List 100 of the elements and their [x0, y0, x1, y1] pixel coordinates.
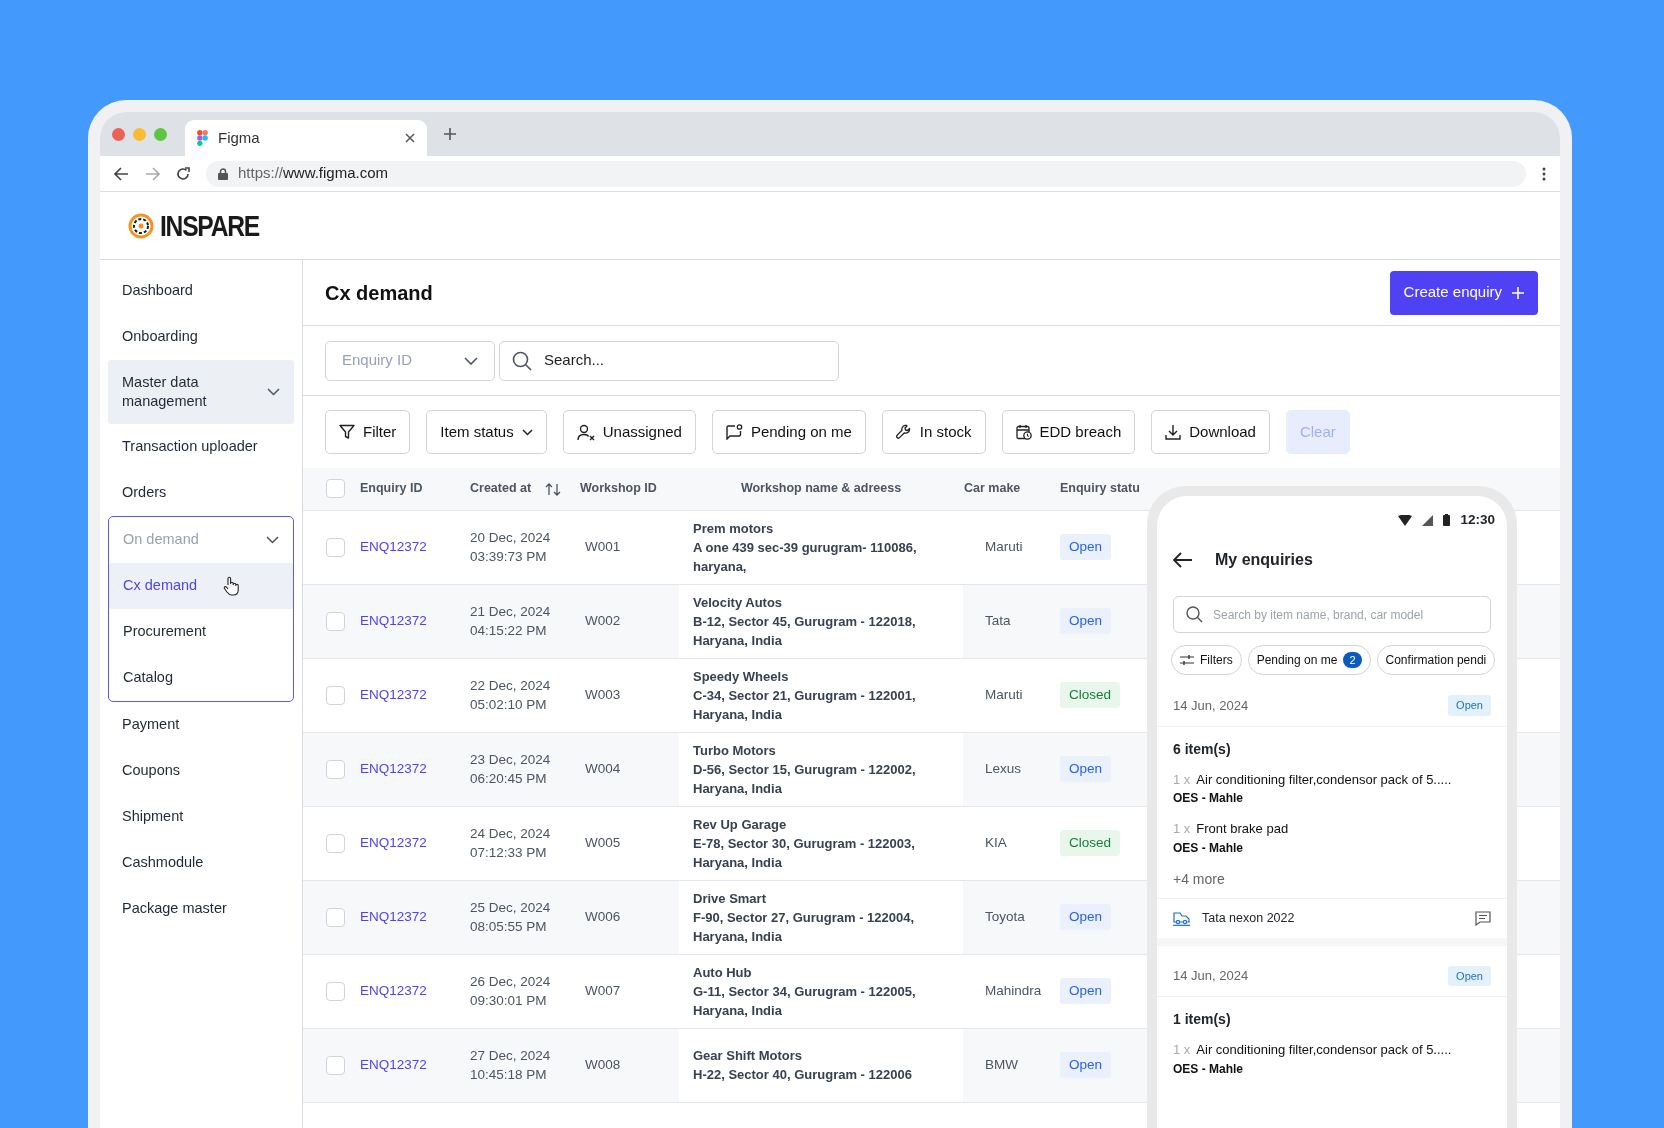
created-time: 03:39:73 PM: [470, 548, 548, 566]
toolbar-button[interactable]: Download: [1151, 410, 1270, 454]
browser-tab[interactable]: Figma: [185, 120, 427, 156]
row-checkbox[interactable]: [326, 833, 345, 853]
created-time: 04:15:22 PM: [470, 622, 548, 640]
person-x-icon: [576, 423, 595, 441]
create-enquiry-button[interactable]: Create enquiry: [1389, 270, 1538, 315]
workshop-address-line: A one 439 sec-39 gurugram- 110086,: [693, 538, 918, 557]
item-brand: OES - Mahle: [1173, 839, 1244, 857]
select-all-checkbox[interactable]: [326, 479, 345, 499]
workshop-name: Auto Hub: [693, 963, 753, 982]
sidebar-item[interactable]: Onboarding: [108, 314, 294, 360]
toolbar-button[interactable]: Item status: [426, 410, 547, 454]
item-count: 6 item(s): [1173, 739, 1232, 759]
enquiry-id-link[interactable]: ENQ12372: [360, 538, 427, 554]
row-checkbox[interactable]: [326, 611, 345, 631]
status-badge: Open: [1060, 533, 1112, 561]
created-time: 06:20:45 PM: [470, 770, 548, 788]
comment-icon[interactable]: [1475, 910, 1491, 926]
item-name: Air conditioning filter,condensor pack of 5.....: [1196, 1042, 1452, 1057]
created-date: 27 Dec, 2024: [470, 1047, 552, 1065]
toolbar-button[interactable]: In stock: [881, 410, 986, 454]
hand-cursor-icon: [223, 576, 239, 596]
enquiry-id-link[interactable]: ENQ12372: [360, 982, 427, 998]
enquiry-date: 14 Jun, 2024: [1173, 967, 1249, 985]
toolbar-button[interactable]: Filter: [325, 410, 411, 454]
workshop-name: Speedy Wheels: [693, 667, 790, 686]
back-arrow-icon[interactable]: [1173, 552, 1193, 569]
sidebar-subitem[interactable]: Procurement: [109, 609, 293, 655]
workshop-id: W002: [585, 612, 621, 628]
screen-title: My enquiries: [1215, 550, 1313, 571]
search-field[interactable]: Search...: [499, 340, 839, 381]
sidebar-subitem[interactable]: Cx demand: [109, 563, 293, 609]
created-date: 20 Dec, 2024: [470, 529, 552, 547]
workshop-address-line: H-22, Sector 40, Gurugram - 122006: [693, 1066, 913, 1084]
row-checkbox[interactable]: [326, 759, 345, 779]
created-date: 24 Dec, 2024: [470, 825, 552, 843]
more-options-icon[interactable]: [1542, 166, 1546, 181]
enquiry-id-link[interactable]: ENQ12372: [360, 760, 427, 776]
enquiry-id-link[interactable]: ENQ12372: [360, 908, 427, 924]
toolbar-button[interactable]: Pending on me: [711, 410, 866, 454]
sidebar-item[interactable]: Package master: [108, 886, 294, 932]
sidebar-subitem[interactable]: Catalog: [109, 655, 293, 701]
workshop-address-line: C-34, Sector 21, Gurugram - 122001,: [693, 686, 917, 705]
workshop-id: W006: [585, 908, 621, 924]
chat-icon: [725, 424, 743, 440]
app-logo-icon: [197, 130, 208, 146]
created-date: 25 Dec, 2024: [470, 899, 552, 917]
workshop-name: Rev Up Garage: [693, 815, 788, 834]
enquiry-id-link[interactable]: ENQ12372: [360, 834, 427, 850]
row-checkbox[interactable]: [326, 685, 345, 705]
sidebar-item[interactable]: Coupons: [108, 748, 294, 794]
sidebar-item[interactable]: Shipment: [108, 794, 294, 840]
address-bar[interactable]: https://www.figma.com: [206, 160, 1526, 187]
item-name: Air conditioning filter,condensor pack of 5.....: [1196, 771, 1452, 787]
filter-chip[interactable]: Confirmation pendi: [1376, 645, 1496, 676]
row-checkbox[interactable]: [326, 537, 345, 557]
sidebar-item[interactable]: Cashmodule: [108, 840, 294, 886]
window-controls-icon[interactable]: [112, 127, 167, 141]
forward-arrow-icon[interactable]: [145, 166, 160, 181]
filter-chip[interactable]: Pending on me 2: [1247, 645, 1371, 676]
chevron-icon: [266, 536, 279, 544]
created-time: 10:45:18 PM: [470, 1066, 548, 1084]
sidebar-item[interactable]: Orders: [108, 470, 294, 516]
column-header: Workshop name & adreess: [740, 481, 902, 496]
car-make: Tata: [985, 612, 1011, 628]
sidebar-item[interactable]: Master data management: [108, 360, 294, 424]
search-input[interactable]: Search...: [542, 348, 826, 373]
enquiry-id-link[interactable]: ENQ12372: [360, 612, 427, 628]
column-header: Enquiry ID: [360, 481, 423, 496]
search-input[interactable]: Search by item name, brand, car model: [1211, 604, 1478, 625]
row-checkbox[interactable]: [326, 981, 345, 1001]
car-make: KIA: [985, 834, 1007, 850]
enquiry-id-link[interactable]: ENQ12372: [360, 1056, 427, 1072]
sidebar-item[interactable]: Payment: [108, 702, 294, 748]
more-items-link[interactable]: +4 more: [1173, 868, 1491, 890]
url-text: https://www.figma.com: [238, 163, 389, 184]
workshop-id: W003: [585, 686, 621, 702]
filter-chip[interactable]: Filters: [1171, 645, 1242, 676]
column-header: Enquiry statu: [1060, 481, 1140, 496]
workshop-name: Turbo Motors: [693, 741, 777, 760]
car-icon: [1173, 910, 1190, 926]
workshop-address-line: haryana,: [693, 557, 748, 576]
enquiry-id-link[interactable]: ENQ12372: [360, 686, 427, 702]
workshop-address-line: F-90, Sector 27, Gurugram - 122004,: [693, 908, 916, 927]
back-arrow-icon[interactable]: [114, 166, 129, 181]
sidebar-item[interactable]: Dashboard: [108, 268, 294, 314]
row-checkbox[interactable]: [326, 907, 345, 927]
row-checkbox[interactable]: [326, 1055, 345, 1075]
item-search-field[interactable]: Search by item name, brand, car model: [1173, 596, 1491, 634]
toolbar-button[interactable]: EDD breach: [1001, 410, 1136, 454]
column-header: Workshop ID: [580, 481, 657, 496]
sidebar-item[interactable]: Transaction uploader: [108, 424, 294, 470]
created-time: 08:05:55 PM: [470, 918, 548, 936]
workshop-name: Prem motors: [693, 519, 775, 538]
close-icon[interactable]: [405, 133, 415, 143]
new-tab-icon[interactable]: [443, 127, 457, 141]
sort-icon[interactable]: [544, 482, 561, 496]
toolbar-button[interactable]: Unassigned: [562, 410, 696, 454]
reload-icon[interactable]: [176, 166, 190, 181]
